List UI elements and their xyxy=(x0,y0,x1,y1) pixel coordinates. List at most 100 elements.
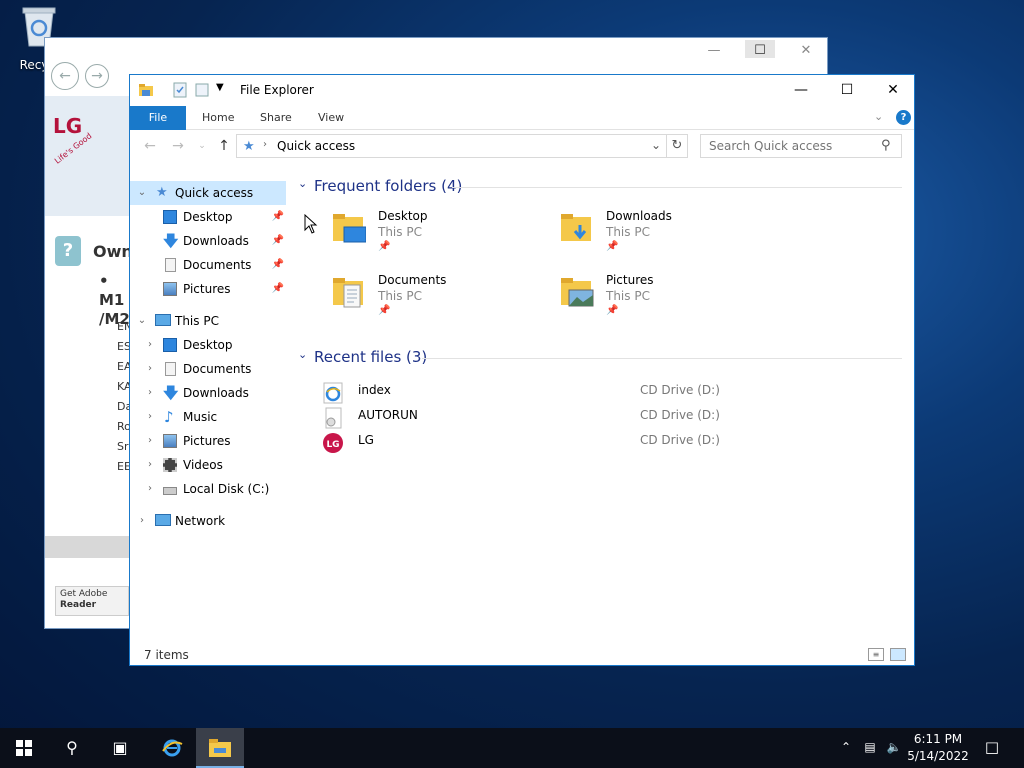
chevron-down-icon[interactable]: ⌄ xyxy=(136,309,148,333)
ie-forward-button[interactable]: → xyxy=(85,64,109,88)
folder-tile-downloads[interactable]: Downloads This PC 📌 xyxy=(552,209,772,267)
chevron-right-icon[interactable]: › xyxy=(144,357,156,381)
nav-quick-documents[interactable]: Documents 📌 xyxy=(130,253,286,277)
chevron-right-icon[interactable]: › xyxy=(144,405,156,429)
nav-pc-documents[interactable]: › Documents xyxy=(130,357,286,381)
large-icons-view-icon[interactable] xyxy=(890,648,906,661)
new-folder-icon[interactable] xyxy=(194,82,210,98)
videos-icon xyxy=(163,458,177,472)
nav-pc-pictures[interactable]: › Pictures xyxy=(130,429,286,453)
up-button[interactable]: ↑ xyxy=(214,137,234,155)
volume-muted-icon[interactable]: 🔈 xyxy=(886,740,902,756)
search-icon[interactable]: ⚲ xyxy=(881,138,891,153)
tab-file[interactable]: File xyxy=(130,106,186,130)
tab-share[interactable]: Share xyxy=(246,106,306,130)
folder-tile-desktop[interactable]: Desktop This PC 📌 xyxy=(324,209,544,267)
tab-home[interactable]: Home xyxy=(188,106,248,130)
details-view-icon[interactable]: ≡ xyxy=(868,648,884,661)
documents-icon xyxy=(165,362,176,376)
chevron-down-icon[interactable]: ⌄ xyxy=(136,181,148,205)
minimize-button[interactable]: — xyxy=(778,75,824,105)
nav-quick-downloads[interactable]: 🡇 Downloads 📌 xyxy=(130,229,286,253)
chevron-right-icon[interactable]: › xyxy=(144,453,156,477)
recent-locations-icon[interactable]: ⌄ xyxy=(192,137,212,155)
ribbon-expand-icon[interactable]: ⌄ xyxy=(874,110,883,123)
address-dropdown-icon[interactable]: ⌄ xyxy=(651,138,661,152)
refresh-button[interactable]: ↻ xyxy=(666,134,688,158)
search-input[interactable] xyxy=(701,135,881,157)
nav-pc-local-disk[interactable]: › Local Disk (C:) xyxy=(130,477,286,501)
help-icon[interactable]: ? xyxy=(896,110,911,125)
chevron-right-icon[interactable]: › xyxy=(136,509,148,533)
nav-label: Pictures xyxy=(183,282,231,296)
folder-tile-documents[interactable]: Documents This PC 📌 xyxy=(324,273,544,331)
properties-icon[interactable] xyxy=(172,82,188,98)
taskbar-explorer-button[interactable] xyxy=(196,728,244,768)
nav-label: Desktop xyxy=(183,210,233,224)
show-hidden-icons-icon[interactable]: ⌃ xyxy=(838,740,854,756)
close-button[interactable]: ✕ xyxy=(870,75,916,105)
folder-name: Downloads xyxy=(606,209,672,223)
nav-this-pc[interactable]: ⌄ This PC xyxy=(130,309,286,333)
clock-time[interactable]: 6:11 PM xyxy=(908,732,968,746)
group-title: Frequent folders (4) xyxy=(314,177,463,195)
back-button[interactable]: ← xyxy=(140,137,160,155)
action-center-icon[interactable]: □ xyxy=(983,738,1001,756)
network-status-icon[interactable]: ▤ xyxy=(862,740,878,756)
adobe-reader-badge[interactable]: Get Adobe Reader xyxy=(55,586,129,616)
pin-icon: 📌 xyxy=(378,241,391,252)
ie-page-content: LG Life's Good ? Owne • M1 /M2 EN ES EA … xyxy=(45,96,144,630)
chevron-right-icon[interactable]: › xyxy=(144,381,156,405)
nav-quick-access[interactable]: ⌄ ★ Quick access xyxy=(130,181,286,205)
nav-quick-pictures[interactable]: Pictures 📌 xyxy=(130,277,286,301)
nav-pc-desktop[interactable]: › Desktop xyxy=(130,333,286,357)
network-icon xyxy=(155,514,171,526)
pin-icon: 📌 xyxy=(606,305,619,316)
address-bar[interactable]: ★ › Quick access ⌄ xyxy=(236,134,688,158)
task-view-button[interactable]: ▣ xyxy=(96,728,144,768)
music-icon: ♪ xyxy=(164,408,174,426)
lang-link[interactable]: Sr xyxy=(117,440,129,453)
search-button[interactable]: ⚲ xyxy=(48,728,96,768)
quick-access-star-icon: ★ xyxy=(243,139,255,154)
computer-icon xyxy=(155,314,171,326)
tab-view[interactable]: View xyxy=(304,106,358,130)
recent-file-row[interactable]: LG LG CD Drive (D:) xyxy=(322,429,902,453)
nav-quick-desktop[interactable]: Desktop 📌 xyxy=(130,205,286,229)
downloads-folder-icon xyxy=(561,214,591,241)
taskbar-ie-button[interactable] xyxy=(148,728,196,768)
folder-tile-pictures[interactable]: Pictures This PC 📌 xyxy=(552,273,772,331)
status-bar: 7 items ≡ xyxy=(130,645,914,665)
chevron-right-icon[interactable]: › xyxy=(144,333,156,357)
maximize-button[interactable]: ☐ xyxy=(824,75,870,105)
nav-label: Quick access xyxy=(175,186,254,200)
address-text: Quick access xyxy=(277,139,356,153)
nav-label: Documents xyxy=(183,258,252,272)
drive-icon xyxy=(163,487,177,495)
forward-button[interactable]: → xyxy=(168,137,188,155)
ie-file-icon xyxy=(323,382,343,404)
folder-name: Pictures xyxy=(606,273,654,287)
recent-file-row[interactable]: AUTORUN CD Drive (D:) xyxy=(322,404,902,429)
nav-label: Local Disk (C:) xyxy=(183,482,270,496)
recent-file-row[interactable]: index CD Drive (D:) xyxy=(322,379,902,404)
file-explorer-window[interactable]: ▼ File Explorer — ☐ ✕ File Home Share Vi… xyxy=(129,74,915,666)
navigation-pane: ⌄ ★ Quick access Desktop 📌 🡇 Downloads 📌… xyxy=(130,175,290,645)
nav-network[interactable]: › Network xyxy=(130,509,286,533)
chevron-down-icon[interactable]: ⌄ xyxy=(298,177,307,190)
nav-pc-downloads[interactable]: › 🡇 Downloads xyxy=(130,381,286,405)
chevron-right-icon[interactable]: › xyxy=(144,429,156,453)
nav-pc-videos[interactable]: › Videos xyxy=(130,453,286,477)
start-button[interactable] xyxy=(0,728,48,768)
nav-label: Desktop xyxy=(183,338,233,352)
clock-date[interactable]: 5/14/2022 xyxy=(906,749,970,763)
qat-dropdown-icon[interactable]: ▼ xyxy=(216,82,224,93)
lg-file-icon: LG xyxy=(323,433,343,453)
chevron-down-icon[interactable]: ⌄ xyxy=(298,348,307,361)
search-box[interactable]: ⚲ xyxy=(700,134,902,158)
address-bar-row: ← → ⌄ ↑ ★ › Quick access ⌄ ↻ ⚲ xyxy=(130,131,914,161)
ie-back-button[interactable]: ← xyxy=(51,62,79,90)
lg-logo: LG xyxy=(53,114,83,138)
chevron-right-icon[interactable]: › xyxy=(144,477,156,501)
nav-pc-music[interactable]: › ♪ Music xyxy=(130,405,286,429)
